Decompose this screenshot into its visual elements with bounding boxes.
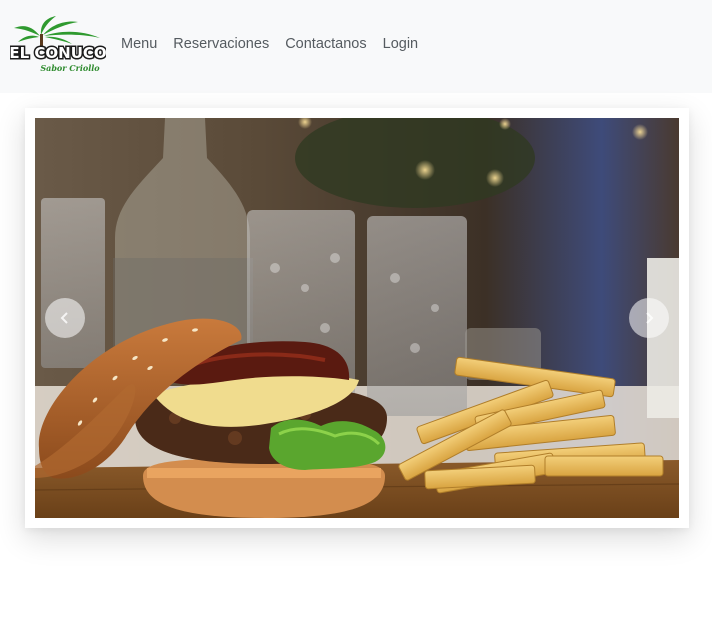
svg-text:EL CONUCO: EL CONUCO bbox=[10, 44, 106, 62]
carousel-next-button[interactable] bbox=[629, 298, 669, 338]
nav-links: Menu Reservaciones Contactanos Login bbox=[121, 35, 418, 53]
brand-logo[interactable]: EL CONUCO Sabor Criollo bbox=[8, 12, 108, 76]
chevron-left-icon bbox=[60, 312, 68, 324]
carousel-card bbox=[25, 108, 689, 528]
navbar: EL CONUCO Sabor Criollo Menu Reservacion… bbox=[0, 0, 712, 93]
nav-link-reservaciones[interactable]: Reservaciones bbox=[173, 35, 269, 53]
image-carousel[interactable] bbox=[35, 118, 679, 518]
nav-link-contactanos[interactable]: Contactanos bbox=[285, 35, 366, 53]
chevron-right-icon bbox=[646, 312, 654, 324]
nav-link-login[interactable]: Login bbox=[383, 35, 418, 53]
carousel-slide-image bbox=[35, 118, 679, 518]
svg-text:Sabor Criollo: Sabor Criollo bbox=[40, 63, 100, 73]
nav-link-menu[interactable]: Menu bbox=[121, 35, 157, 53]
carousel-prev-button[interactable] bbox=[45, 298, 85, 338]
